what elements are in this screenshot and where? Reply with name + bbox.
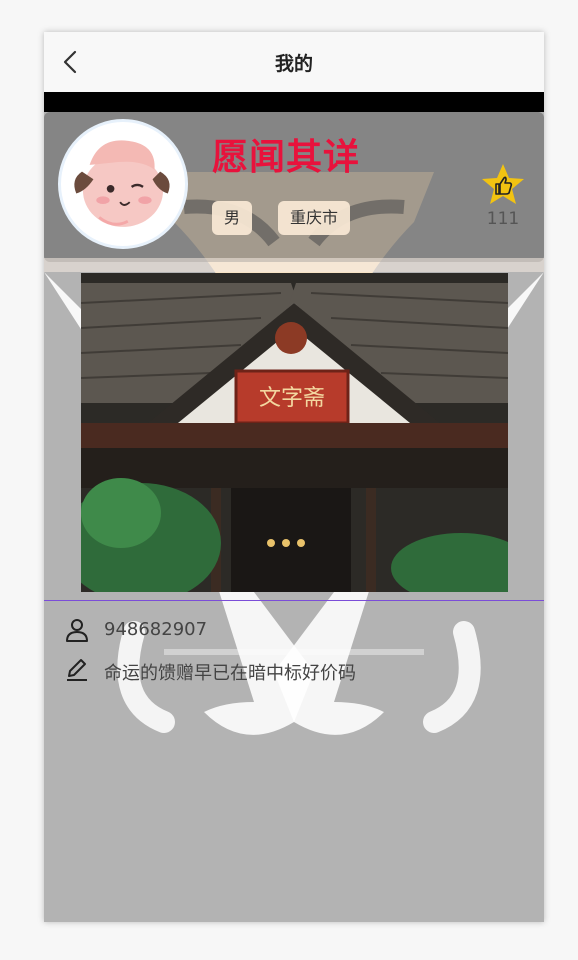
like-count: 111 [486, 209, 520, 229]
phone-screen: 我的 愿闻其详 男 重庆市 111 文字斋 948682907 命运的馈赠早已在… [44, 32, 544, 922]
page-title: 我的 [274, 53, 313, 75]
user-icon [66, 619, 88, 642]
avatar-image [74, 140, 170, 227]
sign-text: 文字斋 [259, 386, 325, 411]
cover-photo[interactable]: 文字斋 [81, 273, 508, 592]
city-tag: 重庆市 [278, 201, 351, 235]
header-bar [44, 92, 544, 112]
pencil-icon [67, 659, 87, 681]
card-separator [44, 258, 544, 272]
motto-text: 命运的馈赠早已在暗中标好价码 [104, 663, 356, 684]
top-nav-bar: 我的 [44, 32, 544, 92]
account-id: 948682907 [104, 619, 208, 640]
section-divider [44, 600, 544, 601]
gender-tag: 男 [212, 201, 253, 235]
avatar[interactable] [58, 119, 188, 249]
thumbs-up-star-icon[interactable] [480, 162, 526, 208]
nickname: 愿闻其详 [212, 137, 361, 178]
